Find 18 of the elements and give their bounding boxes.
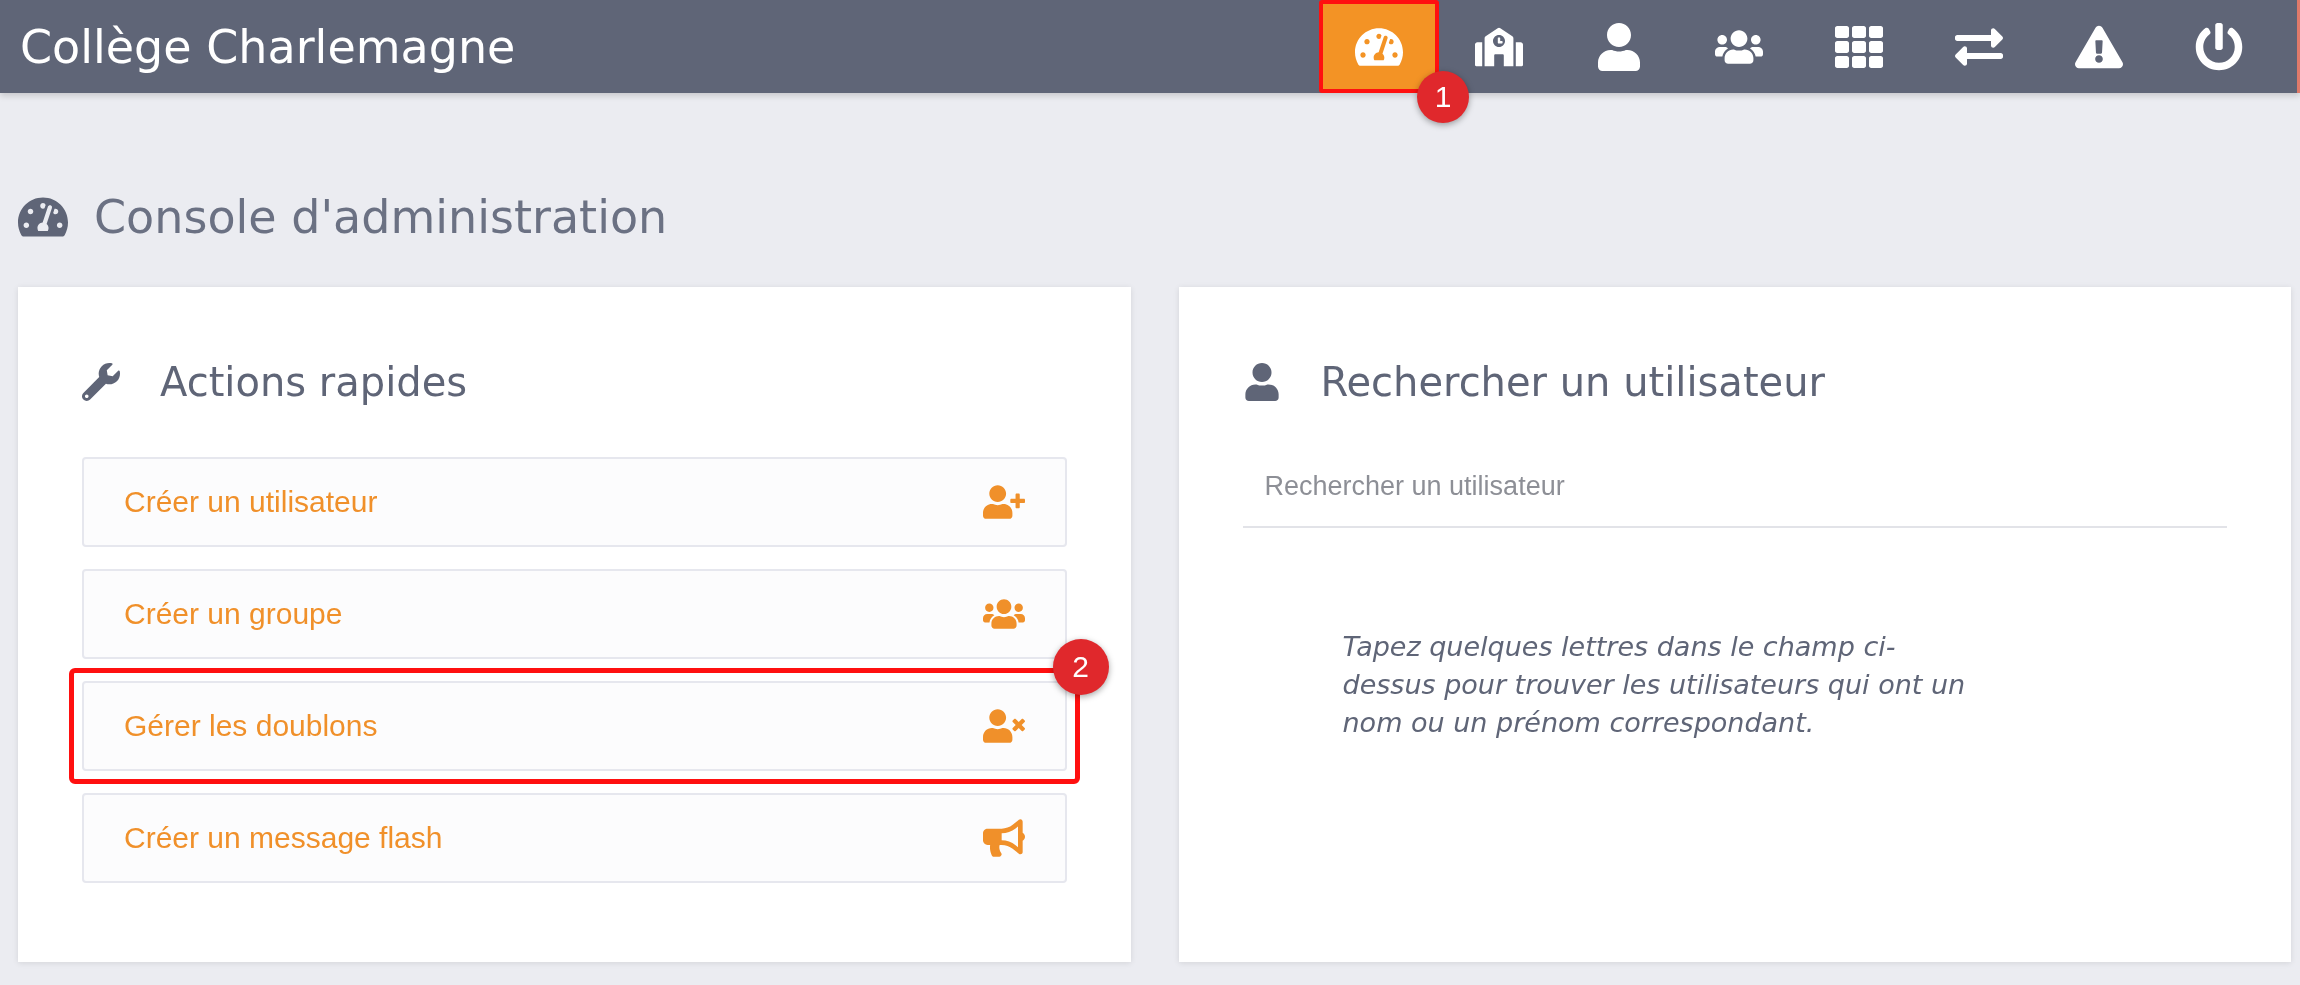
card-title: Rechercher un utilisateur — [1320, 359, 1825, 405]
search-field[interactable]: Rechercher un utilisateur — [1242, 457, 2227, 528]
user-icon — [1242, 363, 1281, 401]
action-link[interactable]: Gérer les doublons — [82, 681, 1067, 771]
step-badge: 1 — [1417, 71, 1469, 123]
user-icon — [1595, 22, 1643, 71]
nav-button[interactable] — [1319, 0, 1439, 93]
action-link[interactable]: Créer un groupe — [82, 569, 1067, 659]
action-link[interactable]: Créer un utilisateur — [82, 457, 1067, 547]
step-badge: 2 — [1052, 639, 1109, 695]
megaphone-icon — [982, 817, 1025, 859]
site-title: Collège Charlemagne — [19, 19, 516, 74]
wrench-icon — [82, 363, 120, 401]
action-link[interactable]: Créer un message flash — [82, 793, 1067, 883]
power-icon — [2195, 22, 2243, 71]
help-text: Tapez quelques lettres dans le champ ci-dessus pour trouver les utilisateurs qui ont un nom ou un prénom correspondant. — [1342, 630, 1967, 740]
card-title: Actions rapides — [160, 359, 468, 405]
page-title: Console d'administration — [94, 190, 668, 244]
